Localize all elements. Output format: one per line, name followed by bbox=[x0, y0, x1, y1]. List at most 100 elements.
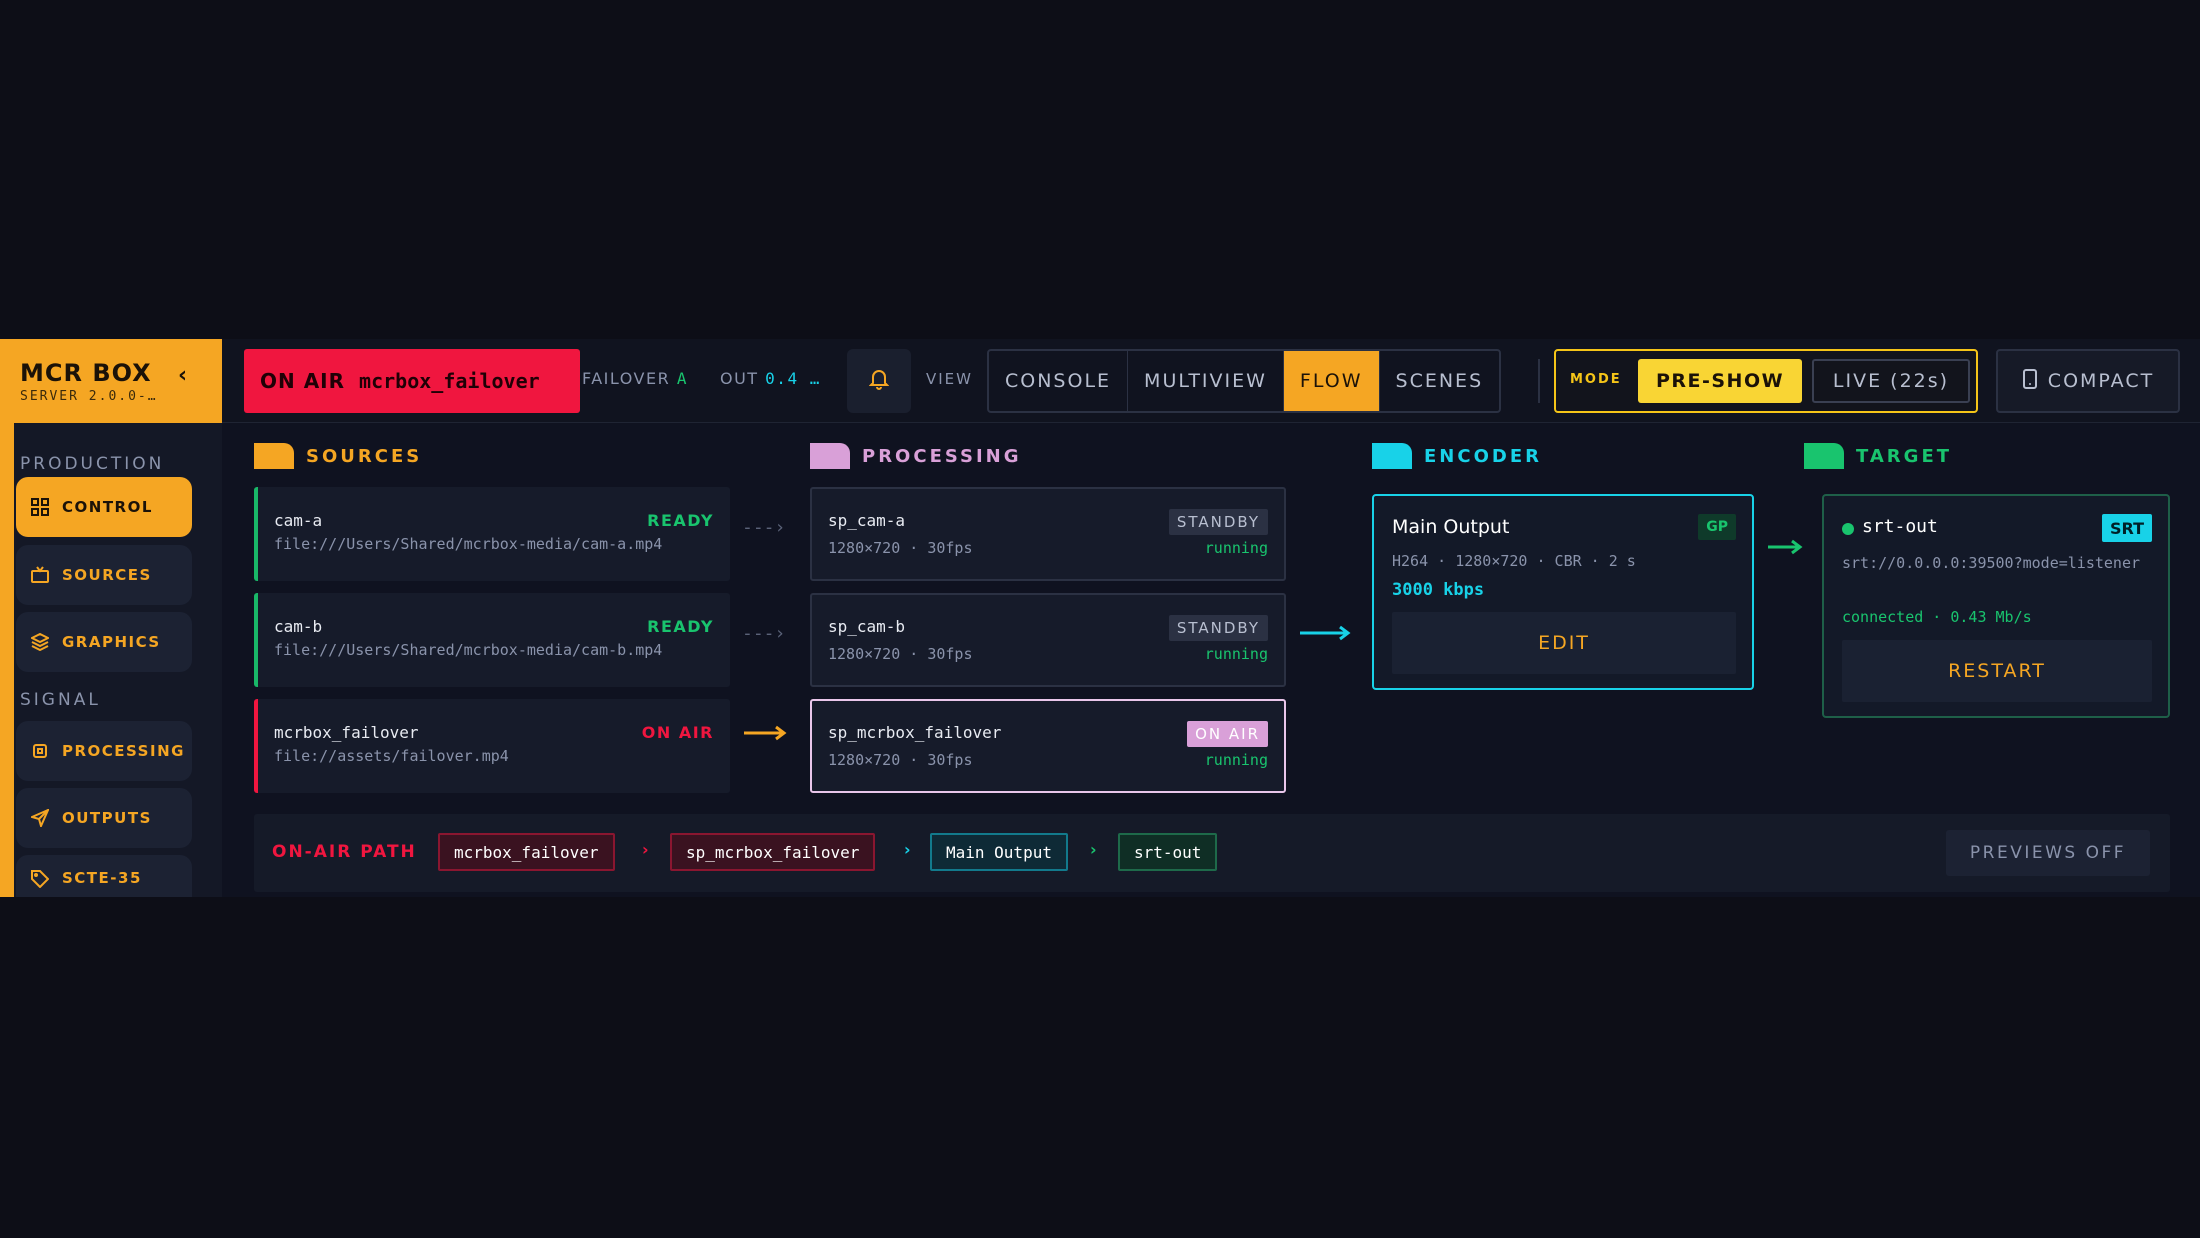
cyan-arrow-icon bbox=[1300, 625, 1351, 641]
on-air-label: ON AIR bbox=[260, 369, 346, 393]
processing-name: sp_cam-b bbox=[828, 617, 906, 636]
collapse-sidebar-icon[interactable]: ‹ bbox=[178, 363, 187, 388]
nav-group-production: PRODUCTION bbox=[20, 454, 165, 474]
column-title: SOURCES bbox=[306, 445, 423, 467]
processing-resolution: 1280×720 · 30fps bbox=[828, 751, 973, 769]
on-air-indicator: ON AIR mcrbox_failover bbox=[244, 349, 580, 413]
tab-flow[interactable]: FLOW bbox=[1283, 351, 1380, 411]
folder-tab-icon bbox=[254, 443, 294, 469]
source-path: file://assets/failover.mp4 bbox=[274, 747, 509, 765]
processing-card-sp-mcrbox-failover[interactable]: sp_mcrbox_failover 1280×720 · 30fps ON A… bbox=[810, 699, 1286, 793]
mode-label: MODE bbox=[1570, 372, 1622, 387]
sidebar-item-sources[interactable]: SOURCES bbox=[16, 545, 192, 605]
status-badge: STANDBY bbox=[1168, 615, 1268, 641]
source-card-cam-a[interactable]: cam-a file:///Users/Shared/mcrbox-media/… bbox=[254, 487, 730, 581]
processing-state: running bbox=[1204, 751, 1268, 769]
out-label: OUT bbox=[720, 369, 759, 388]
target-url: srt://0.0.0.0:39500?mode=listener bbox=[1842, 554, 2141, 572]
folder-tab-icon bbox=[1804, 443, 1844, 469]
path-chip-encoder[interactable]: Main Output bbox=[930, 833, 1068, 871]
compact-button[interactable]: COMPACT bbox=[1996, 349, 2180, 413]
path-chip-processing[interactable]: sp_mcrbox_failover bbox=[670, 833, 876, 871]
source-path: file:///Users/Shared/mcrbox-media/cam-a.… bbox=[274, 535, 663, 553]
status-badge: STANDBY bbox=[1168, 509, 1268, 535]
sidebar-item-label: GRAPHICS bbox=[62, 633, 161, 651]
notifications-button[interactable] bbox=[847, 349, 911, 413]
tablet-icon bbox=[2022, 368, 2038, 394]
encoder-bitrate: 3000 kbps bbox=[1392, 580, 1485, 600]
processing-resolution: 1280×720 · 30fps bbox=[828, 539, 973, 557]
sidebar-item-label: PROCESSING bbox=[62, 742, 185, 760]
encoder-badge: GP bbox=[1698, 514, 1736, 540]
column-title: ENCODER bbox=[1424, 445, 1542, 467]
path-chip-source[interactable]: mcrbox_failover bbox=[438, 833, 615, 871]
path-arrow-icon: › bbox=[904, 840, 911, 859]
on-air-path-label: ON-AIR PATH bbox=[272, 842, 417, 862]
protocol-badge: SRT bbox=[2101, 514, 2152, 542]
column-header-encoder: ENCODER bbox=[1372, 443, 1542, 469]
processing-name: sp_mcrbox_failover bbox=[828, 723, 1002, 742]
column-header-target: TARGET bbox=[1804, 443, 1952, 469]
grid-icon bbox=[30, 497, 50, 517]
source-status: READY bbox=[647, 617, 714, 636]
processing-card-sp-cam-b[interactable]: sp_cam-b 1280×720 · 30fps STANDBY runnin… bbox=[810, 593, 1286, 687]
sidebar-item-label: SOURCES bbox=[62, 566, 152, 584]
sidebar-item-label: SCTE-35 bbox=[62, 869, 142, 887]
compact-label: COMPACT bbox=[2047, 370, 2155, 392]
sidebar-item-control[interactable]: CONTROL bbox=[16, 477, 192, 537]
processing-state: running bbox=[1204, 539, 1268, 557]
sidebar-item-processing[interactable]: PROCESSING bbox=[16, 721, 192, 781]
view-switcher: CONSOLE MULTIVIEW FLOW SCENES bbox=[987, 349, 1502, 413]
layers-icon bbox=[30, 632, 50, 652]
send-icon bbox=[30, 808, 50, 828]
failover-value: A bbox=[676, 369, 688, 388]
target-name: srt-out bbox=[1862, 516, 1938, 537]
sidebar-item-outputs[interactable]: OUTPUTS bbox=[16, 788, 192, 848]
green-arrow-icon bbox=[1768, 539, 1803, 555]
tab-scenes[interactable]: SCENES bbox=[1380, 351, 1500, 411]
column-title: PROCESSING bbox=[862, 445, 1022, 467]
tab-multiview[interactable]: MULTIVIEW bbox=[1128, 351, 1284, 411]
mode-live-button[interactable]: LIVE (22s) bbox=[1812, 359, 1970, 403]
bell-icon bbox=[868, 368, 890, 394]
brand: MCR BOX SERVER 2.0.0-… ‹ bbox=[0, 339, 222, 423]
processing-card-sp-cam-a[interactable]: sp_cam-a 1280×720 · 30fps STANDBY runnin… bbox=[810, 487, 1286, 581]
nav-group-signal: SIGNAL bbox=[20, 690, 101, 710]
source-status: READY bbox=[647, 511, 714, 530]
path-arrow-icon: › bbox=[1090, 840, 1097, 859]
encoder-card-main-output[interactable]: Main Output GP H264 · 1280×720 · CBR · 2… bbox=[1372, 494, 1754, 690]
processing-resolution: 1280×720 · 30fps bbox=[828, 645, 973, 663]
brand-title: MCR BOX bbox=[20, 359, 152, 387]
source-status: ON AIR bbox=[641, 723, 714, 742]
cpu-icon bbox=[30, 741, 50, 761]
processing-state: running bbox=[1204, 645, 1268, 663]
dashed-arrow-icon: ---› bbox=[742, 623, 786, 644]
sidebar: MCR BOX SERVER 2.0.0-… ‹ PRODUCTION CONT… bbox=[0, 339, 222, 897]
target-connection-status: connected · 0.43 Mb/s bbox=[1842, 608, 2032, 626]
failover-status: FAILOVER A bbox=[582, 369, 688, 388]
out-status: OUT 0.4 … bbox=[720, 369, 821, 388]
mode-preshow-button[interactable]: PRE-SHOW bbox=[1638, 359, 1802, 403]
restart-button[interactable]: RESTART bbox=[1842, 640, 2152, 702]
sidebar-item-label: OUTPUTS bbox=[62, 809, 152, 827]
sidebar-item-graphics[interactable]: GRAPHICS bbox=[16, 612, 192, 672]
on-air-source: mcrbox_failover bbox=[359, 369, 540, 393]
target-card-srt-out[interactable]: srt-out SRT srt://0.0.0.0:39500?mode=lis… bbox=[1822, 494, 2170, 718]
previews-toggle-button[interactable]: PREVIEWS OFF bbox=[1946, 830, 2150, 876]
top-bar: ON AIR mcrbox_failover FAILOVER A OUT 0.… bbox=[222, 339, 2200, 423]
status-badge: ON AIR bbox=[1187, 721, 1268, 747]
active-arrow-icon bbox=[744, 725, 787, 741]
edit-button[interactable]: EDIT bbox=[1392, 612, 1736, 674]
source-name: mcrbox_failover bbox=[274, 723, 419, 742]
out-value: 0.4 … bbox=[765, 369, 821, 388]
dashed-arrow-icon: ---› bbox=[742, 517, 786, 538]
tab-console[interactable]: CONSOLE bbox=[989, 351, 1129, 411]
path-chip-target[interactable]: srt-out bbox=[1118, 833, 1218, 871]
folder-tab-icon bbox=[1372, 443, 1412, 469]
app-window: MCR BOX SERVER 2.0.0-… ‹ PRODUCTION CONT… bbox=[0, 339, 2200, 897]
source-card-cam-b[interactable]: cam-b file:///Users/Shared/mcrbox-media/… bbox=[254, 593, 730, 687]
source-card-mcrbox-failover[interactable]: mcrbox_failover file://assets/failover.m… bbox=[254, 699, 730, 793]
failover-label: FAILOVER bbox=[582, 369, 671, 388]
sidebar-item-scte35[interactable]: SCTE-35 bbox=[16, 855, 192, 897]
view-label: VIEW bbox=[926, 370, 973, 388]
